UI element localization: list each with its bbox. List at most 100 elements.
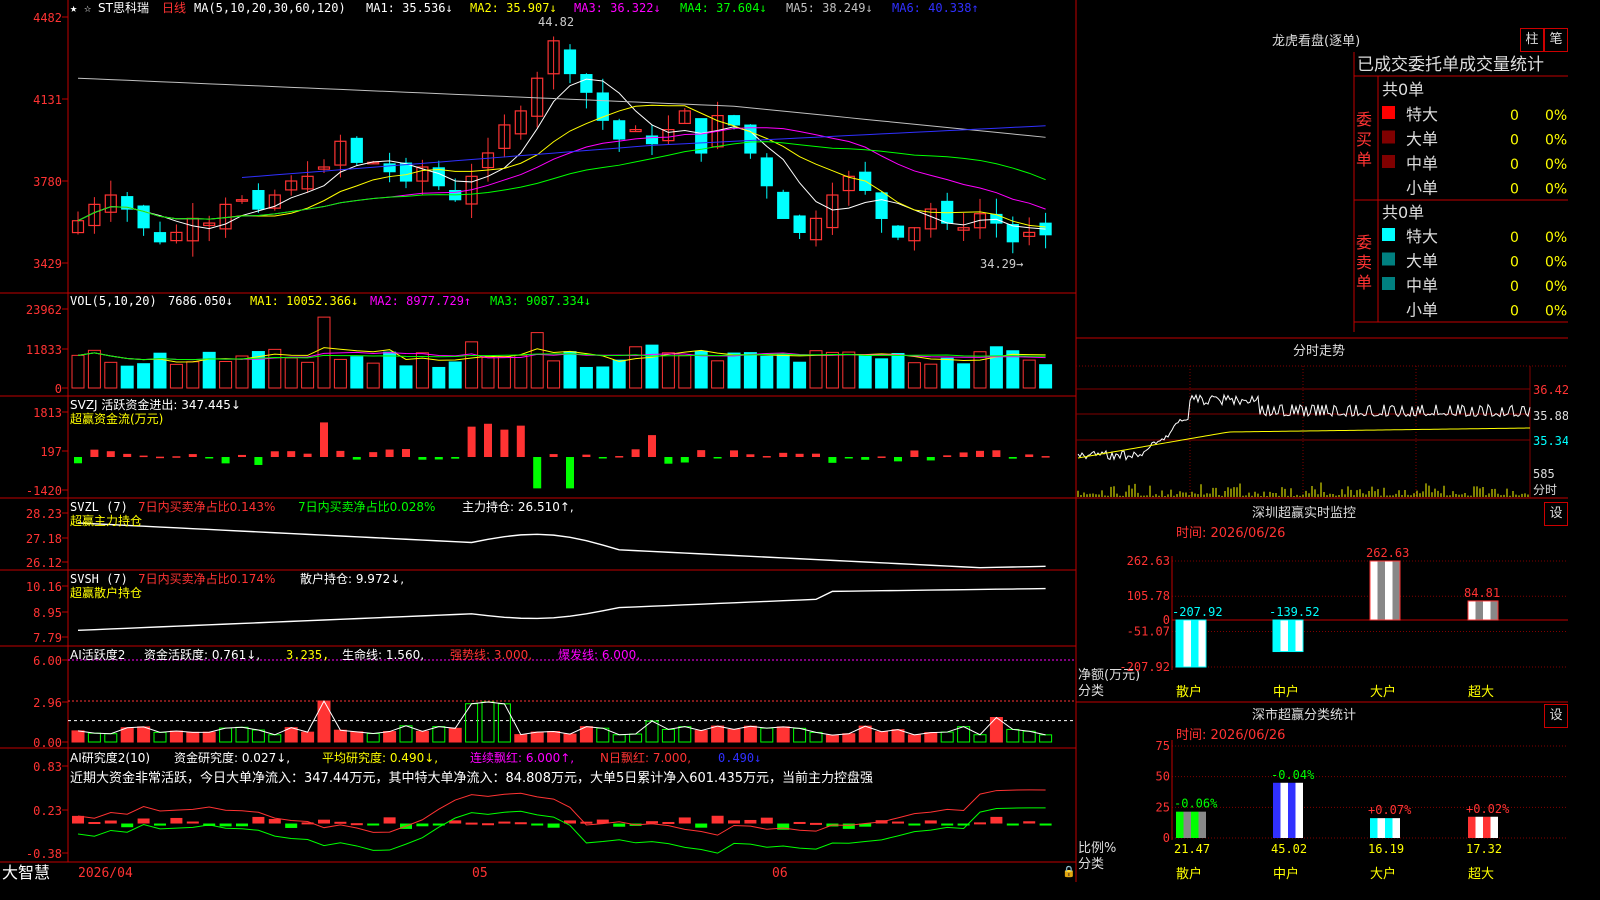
volume-bar — [497, 355, 511, 389]
column-mode-button[interactable]: 柱 — [1520, 28, 1544, 52]
svzl-lead: SVZL (7) — [70, 500, 128, 514]
main-ytick-0: 4482 — [33, 11, 62, 25]
volume-bar — [202, 351, 216, 389]
volume-bar — [366, 362, 380, 389]
research-bar — [268, 818, 281, 824]
period-label[interactable]: 日线 — [162, 1, 186, 15]
lock-icon: 🔒 — [1062, 865, 1076, 878]
intraday-vol-label: 585 — [1533, 467, 1555, 481]
svzl-panel[interactable] — [77, 522, 1046, 569]
volume-bar — [448, 361, 462, 389]
stats-value-label: 16.19 — [1368, 842, 1404, 856]
activity-bar — [120, 727, 134, 743]
stats-bar-stripe — [1288, 782, 1296, 838]
price-panel[interactable]: 44.82 34.29→ — [71, 15, 1052, 271]
research-bar — [514, 822, 527, 825]
volume-bar — [842, 351, 856, 389]
tick-mode-button[interactable]: 笔 — [1544, 28, 1568, 52]
stats-bar-stripe — [1377, 818, 1385, 838]
ai1-b: 3.235, — [286, 648, 329, 662]
svzl-c: 主力持仓: 26.510↑, — [462, 499, 574, 514]
activity-bar — [563, 733, 577, 743]
volume-bar — [875, 358, 889, 389]
research-bar — [662, 821, 675, 824]
activity-bar — [1039, 734, 1053, 743]
volume-bar — [989, 346, 1003, 389]
monitor-ytick: -207.92 — [1119, 660, 1170, 674]
activity-bar — [1006, 728, 1020, 743]
activity-bar — [743, 725, 757, 743]
svzj-ytick-1: 197 — [40, 445, 62, 459]
flow-bar — [828, 457, 837, 463]
sz-stats-settings-button[interactable]: 设 — [1544, 704, 1568, 728]
volume-bar — [1039, 364, 1053, 389]
activity-bar — [694, 730, 708, 743]
intraday-avg-line — [1077, 427, 1531, 459]
monitor-bar — [1175, 619, 1207, 668]
activity-bar — [547, 731, 561, 743]
svsh-panel[interactable] — [77, 587, 1046, 632]
monitor-value-label: -207.92 — [1172, 605, 1223, 619]
star-icon[interactable]: ★ — [70, 1, 77, 15]
monitor-bar-stripe — [1176, 620, 1184, 667]
vol-ma3: MA3: 9087.334↓ — [490, 294, 591, 308]
research-bar — [334, 821, 347, 824]
monitor-bar-stripe — [1475, 600, 1483, 620]
volume-bar — [547, 360, 561, 389]
svzj-panel[interactable] — [74, 422, 1050, 489]
volume-bar — [743, 352, 757, 389]
flow-bar — [402, 449, 410, 457]
stats-bar — [1273, 782, 1303, 838]
activity-bar — [71, 730, 85, 743]
volume-bar — [825, 351, 839, 389]
flow-bar — [779, 452, 788, 457]
monitor-ytick: -51.07 — [1127, 625, 1170, 639]
volume-bar — [71, 354, 85, 389]
lhb-row-pct: 0% — [1545, 230, 1567, 246]
volume-bar — [235, 355, 249, 389]
sz-stats-chart[interactable]: 75 50 25 0 -0.06% 21.47 散户 -0.04% 45.02 中户 +0.07% 1… — [1156, 739, 1568, 882]
activity-bar — [333, 729, 347, 743]
volume-bar — [940, 357, 954, 389]
flow-bar — [270, 451, 279, 457]
activity-bar — [399, 725, 413, 743]
date-may: 05 — [472, 866, 488, 881]
monitor-bar — [1467, 600, 1499, 621]
sz-monitor-time: 时间: 2026/06/26 — [1176, 526, 1285, 541]
ai-activity-panel[interactable] — [68, 659, 1076, 743]
stats-bar — [1468, 816, 1498, 838]
ai-research-panel[interactable] — [72, 789, 1052, 854]
lhb-row-pct: 0% — [1545, 182, 1567, 198]
flow-bar — [549, 454, 558, 457]
legend-swatch — [1382, 277, 1395, 290]
legend-swatch — [1382, 252, 1395, 266]
activity-bar — [301, 731, 315, 743]
intraday-price-line — [1077, 393, 1531, 461]
svzl-a: 7日内买卖净占比0.143% — [138, 499, 275, 514]
activity-bar — [432, 726, 446, 743]
volume-bar — [432, 366, 446, 389]
candle-body — [727, 115, 741, 126]
stats-bar-stripe — [1370, 818, 1378, 838]
research-line-red — [77, 789, 1046, 836]
ma5-value: MA5: 38.249↓ — [786, 1, 873, 15]
research-bar — [613, 823, 626, 827]
lhb-row-pct: 0% — [1545, 108, 1567, 124]
intraday-chart[interactable] — [1076, 365, 1568, 498]
activity-bar — [1022, 730, 1036, 743]
stats-category: 大户 — [1370, 866, 1396, 882]
volume-panel[interactable] — [71, 316, 1053, 389]
lhb-row-pct: 0% — [1545, 304, 1567, 320]
activity-bar — [350, 731, 364, 743]
sz-monitor-xlabel: 分类 — [1078, 684, 1104, 699]
sz-monitor-settings-button[interactable]: 设 — [1544, 502, 1568, 526]
lhb-row-value: 0 — [1510, 133, 1519, 149]
activity-bar — [907, 734, 921, 743]
flow-bar — [451, 457, 460, 459]
research-bar — [941, 823, 954, 826]
sz-monitor-chart[interactable]: 262.63105.780-51.07-207.92-207.92散户-139.… — [1119, 546, 1568, 700]
activity-line — [77, 699, 1046, 736]
flow-bar — [812, 453, 820, 457]
main-ytick-3: 3429 — [33, 257, 62, 271]
stock-chart-canvas[interactable]: 44.82 34.29→ 4482 4131 3780 3429 23962 11… — [0, 0, 1568, 882]
